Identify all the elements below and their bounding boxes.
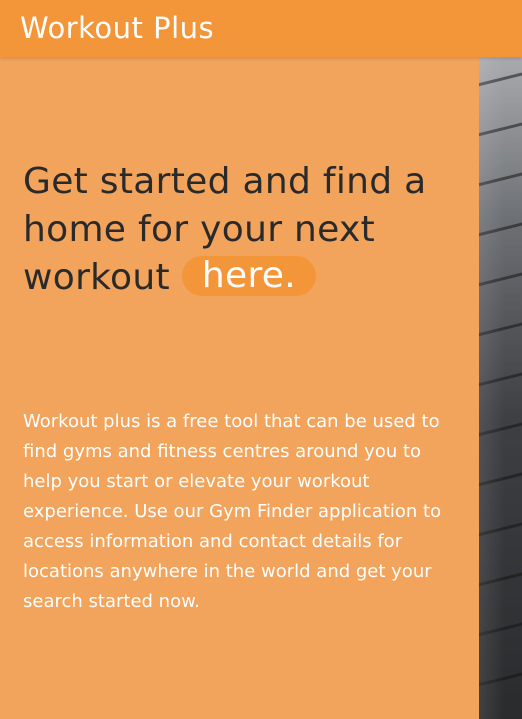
brand-logo-text[interactable]: Workout Plus <box>20 10 214 46</box>
hero-background-photo <box>479 57 522 719</box>
here-link-button[interactable]: here. <box>181 256 316 296</box>
hero-panel <box>0 57 479 719</box>
hero-description: Workout plus is a free tool that can be … <box>23 411 442 612</box>
hero-headline: Get started and find a home for your nex… <box>23 158 473 302</box>
top-navbar: Workout Plus <box>0 0 522 57</box>
